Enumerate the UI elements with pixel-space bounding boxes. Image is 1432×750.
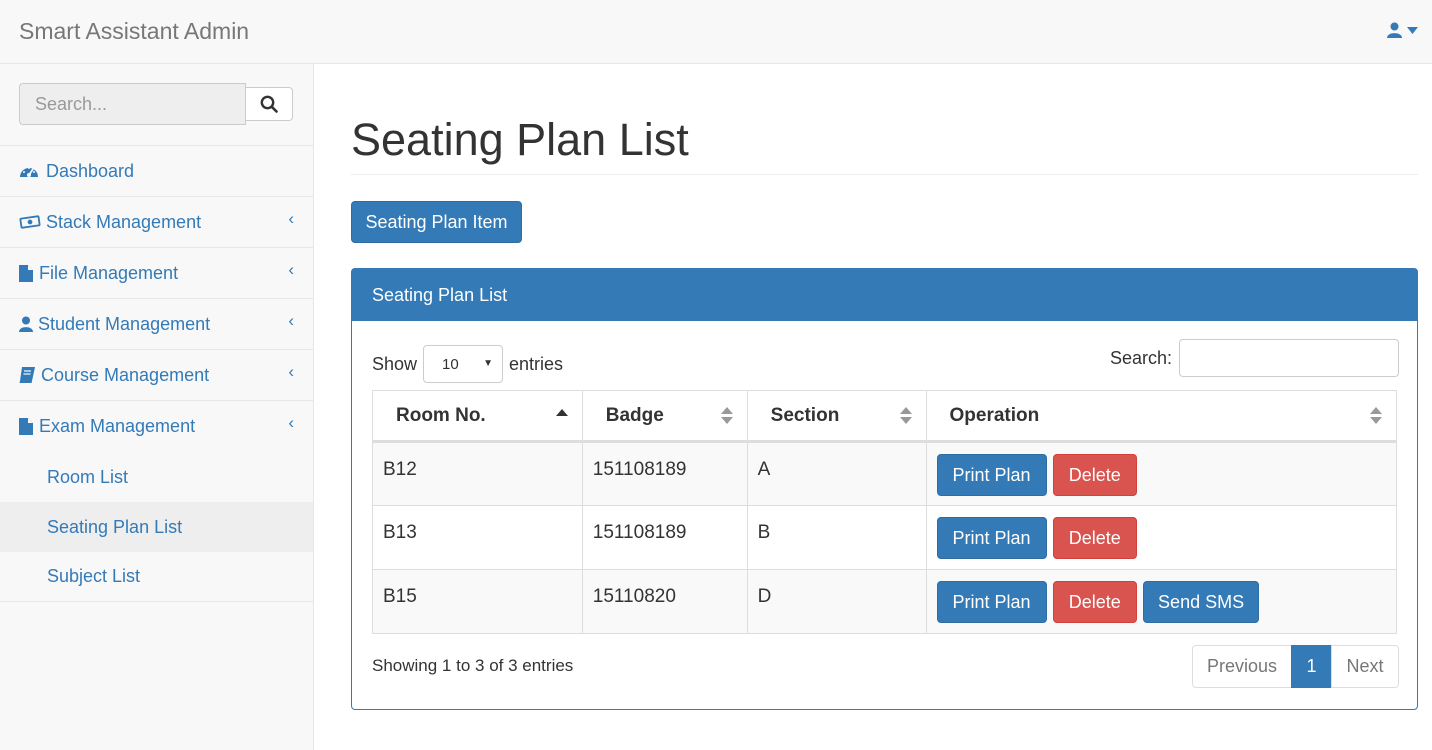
- user-icon: [1387, 22, 1402, 38]
- sidebar-item-label: Dashboard: [46, 160, 135, 181]
- sidebar-item-stack-management[interactable]: Stack Management ‹: [0, 197, 313, 248]
- column-header-label: Badge: [605, 404, 664, 426]
- print-plan-button[interactable]: Print Plan: [936, 454, 1047, 496]
- send-sms-button[interactable]: Send SMS: [1143, 581, 1260, 623]
- sidebar: Dashboard Stack Management ‹ File Manage…: [0, 64, 314, 750]
- cell-badge: 151108189: [581, 505, 748, 570]
- sidebar-search-input[interactable]: [19, 83, 246, 125]
- panel-heading: Seating Plan List: [352, 269, 1417, 321]
- sort-both-icon: [899, 407, 912, 431]
- pagination-page-1[interactable]: 1: [1291, 645, 1332, 688]
- sidebar-search: [0, 64, 313, 146]
- add-seating-plan-button[interactable]: Seating Plan Item: [351, 201, 522, 243]
- entries-label: entries: [509, 353, 564, 374]
- file-icon: [19, 264, 34, 282]
- chevron-left-icon: ‹: [288, 209, 294, 228]
- pagination-next[interactable]: Next: [1331, 645, 1399, 688]
- table-info: Showing 1 to 3 of 3 entries: [372, 656, 574, 675]
- cell-operation: Print Plan Delete: [925, 505, 1398, 570]
- print-plan-button[interactable]: Print Plan: [936, 517, 1047, 559]
- cell-room: B13: [372, 505, 583, 570]
- cell-badge: 151108189: [581, 441, 748, 506]
- column-header-operation[interactable]: Operation: [925, 390, 1398, 443]
- entries-length-control: Show 10 ▼ entries: [372, 345, 563, 383]
- chevron-left-icon: ‹: [288, 260, 294, 279]
- sort-both-icon: [720, 407, 733, 431]
- pagination: Previous 1 Next: [1192, 645, 1399, 688]
- table-filter: Search:: [1110, 339, 1399, 377]
- chevron-left-icon: ‹: [288, 413, 294, 432]
- dashboard-icon: [19, 163, 41, 179]
- sidebar-item-student-management[interactable]: Student Management ‹: [0, 299, 313, 350]
- column-header-label: Section: [770, 404, 840, 426]
- sidebar-item-file-management[interactable]: File Management ‹: [0, 248, 313, 299]
- sidebar-item-label: Stack Management: [46, 211, 202, 232]
- sidebar-item-exam-management[interactable]: Exam Management ‹: [0, 401, 313, 452]
- table-header-row: Room No. Badge Section Operation: [372, 390, 1398, 443]
- table-row: B12 151108189 A Print Plan Delete: [372, 441, 1398, 506]
- entries-select-value: 10: [442, 355, 459, 373]
- caret-down-icon: [1407, 26, 1418, 34]
- cell-section: D: [746, 569, 927, 634]
- cell-room: B12: [372, 441, 583, 506]
- sidebar-item-course-management[interactable]: Course Management ‹: [0, 350, 313, 401]
- page-title: Seating Plan List: [351, 114, 689, 165]
- table-row: B15 15110820 D Print Plan Delete Send SM…: [372, 569, 1398, 634]
- delete-button[interactable]: Delete: [1052, 581, 1137, 623]
- title-divider: [351, 174, 1418, 175]
- user-icon: [19, 316, 33, 332]
- book-icon: [19, 367, 36, 383]
- seating-plan-table: Room No. Badge Section Operation B12 151…: [372, 390, 1398, 634]
- chevron-left-icon: ‹: [288, 311, 294, 330]
- filter-label: Search:: [1109, 347, 1172, 368]
- user-menu[interactable]: [1387, 22, 1418, 38]
- sidebar-item-label: Course Management: [41, 364, 210, 385]
- sort-asc-icon: [555, 407, 568, 429]
- delete-button[interactable]: Delete: [1052, 454, 1137, 496]
- table-row: B13 151108189 B Print Plan Delete: [372, 505, 1398, 570]
- pagination-previous[interactable]: Previous: [1192, 645, 1292, 688]
- cell-section: A: [746, 441, 927, 506]
- file-icon: [19, 418, 34, 435]
- top-navbar: Smart Assistant Admin: [0, 0, 1432, 64]
- column-header-label: Operation: [949, 404, 1040, 426]
- cell-badge: 15110820: [581, 569, 748, 634]
- cell-operation: Print Plan Delete: [925, 441, 1398, 506]
- sidebar-item-label: Student Management: [38, 313, 211, 334]
- chevron-left-icon: ‹: [288, 362, 294, 381]
- cell-operation: Print Plan Delete Send SMS: [925, 569, 1398, 634]
- cell-room: B15: [372, 569, 583, 634]
- column-header-section[interactable]: Section: [746, 390, 927, 443]
- caret-down-icon: ▼: [483, 358, 494, 369]
- money-icon: [19, 215, 41, 229]
- table-search-input[interactable]: [1179, 339, 1399, 377]
- sidebar-item-label: Exam Management: [39, 416, 196, 436]
- sidebar-item-dashboard[interactable]: Dashboard: [0, 146, 313, 197]
- brand-title[interactable]: Smart Assistant Admin: [19, 18, 249, 45]
- cell-section: B: [746, 505, 927, 570]
- seating-plan-panel: Seating Plan List Show 10 ▼ entries Sear…: [351, 268, 1418, 710]
- search-icon: [260, 95, 278, 113]
- delete-button[interactable]: Delete: [1052, 517, 1137, 559]
- sidebar-subitem-subject-list[interactable]: Subject List: [0, 552, 313, 602]
- sidebar-subitem-room-list[interactable]: Room List: [0, 452, 313, 502]
- column-header-badge[interactable]: Badge: [581, 390, 748, 443]
- print-plan-button[interactable]: Print Plan: [936, 581, 1047, 623]
- sort-both-icon: [1370, 407, 1382, 431]
- column-header-room[interactable]: Room No.: [372, 390, 583, 443]
- entries-select[interactable]: 10 ▼: [423, 345, 504, 383]
- sidebar-search-button[interactable]: [245, 87, 293, 121]
- sidebar-item-label: File Management: [39, 262, 179, 283]
- sidebar-subitem-seating-plan-list[interactable]: Seating Plan List: [0, 502, 313, 552]
- show-label: Show: [372, 353, 418, 374]
- column-header-label: Room No.: [396, 404, 486, 426]
